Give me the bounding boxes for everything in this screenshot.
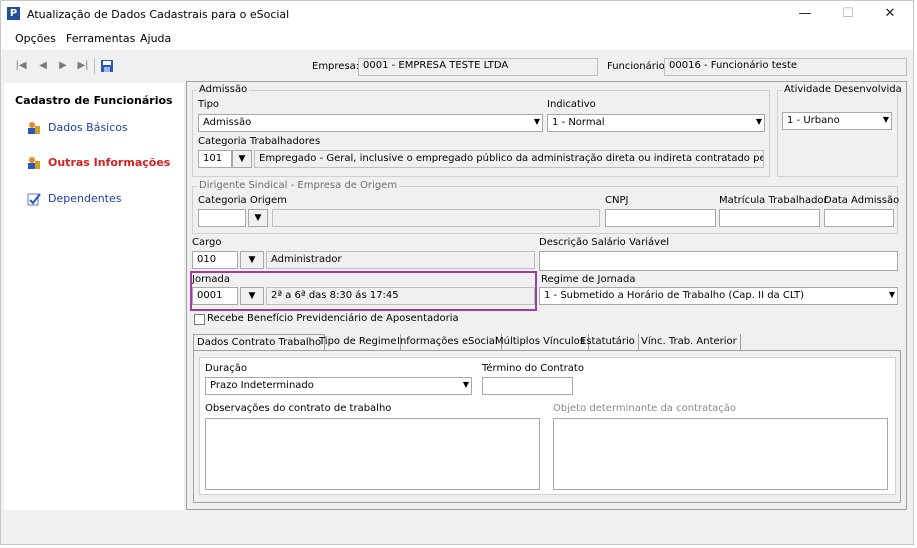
dropdown-arrow-icon: ▼ [533,117,540,126]
status-bar [4,512,911,542]
atividade-group [777,90,898,177]
prev-record-icon[interactable]: ◀ [36,59,50,73]
descricao-salario-input[interactable] [539,251,898,271]
tipo-value: Admissão [203,117,252,128]
matricula-input[interactable] [719,209,820,227]
dropdown-arrow-icon: ▼ [882,115,889,124]
dirigente-group-title: Dirigente Sindical - Empresa de Origem [197,180,400,191]
tab-informacoes-esocial[interactable]: Informações eSocial [394,334,502,351]
menu-bar [1,28,913,50]
categoria-origem-label: Categoria Origem [198,195,287,206]
cargo-label: Cargo [192,237,222,248]
cargo-dropdown-button[interactable]: ▼ [240,251,264,269]
tab-tipo-de-regime[interactable]: Tipo de Regime [316,334,401,351]
categoria-origem-desc [272,209,600,227]
cnpj-input[interactable] [605,209,716,227]
people-icon [27,156,40,169]
objeto-label: Objeto determinante da contratação [553,403,737,414]
tab-estatutario[interactable]: Estatutário [577,334,639,351]
sidebar-item-outras-informacoes[interactable]: Outras Informações [48,156,170,169]
cargo-code-input[interactable]: 010 [192,251,238,269]
termino-label: Término do Contrato [482,363,584,374]
app-icon: P [7,7,20,20]
tab-dados-contrato-trabalho[interactable]: Dados Contrato Trabalho [193,334,326,351]
sidebar-item-dados-basicos[interactable]: Dados Básicos [48,121,128,134]
dropdown-arrow-icon: ▼ [888,290,895,299]
dropdown-arrow-icon: ▼ [462,380,469,389]
menu-ferramentas[interactable]: Ferramentas [66,32,135,45]
indicativo-select[interactable]: 1 - Normal ▼ [547,114,765,132]
sidebar-title: Cadastro de Funcionários [15,94,173,107]
maximize-button[interactable]: ☐ [833,4,863,24]
first-record-icon[interactable]: |◀ [14,59,28,73]
categoria-label: Categoria Trabalhadores [198,136,321,147]
minimize-button[interactable]: — [790,4,820,24]
duracao-value: Prazo Indeterminado [210,380,314,391]
data-admissao-input[interactable] [824,209,894,227]
categoria-origem-input[interactable] [198,209,246,227]
tipo-label: Tipo [198,99,220,110]
beneficio-label: Recebe Benefício Previdenciário de Apose… [207,313,459,324]
toolbar-separator [94,58,95,74]
cargo-desc: Administrador [266,251,535,269]
menu-ajuda[interactable]: Ajuda [140,32,171,45]
checklist-icon [27,192,41,206]
menu-opcoes[interactable]: Opções [15,32,56,45]
window-title: Atualização de Dados Cadastrais para o e… [27,8,290,21]
categoria-desc: Empregado - Geral, inclusive o empregado… [254,150,764,168]
empresa-value: 0001 - EMPRESA TESTE LTDA [358,58,598,76]
people-icon [27,121,40,134]
regime-jornada-label: Regime de Jornada [541,274,636,285]
tipo-select[interactable]: Admissão ▼ [198,114,543,132]
dropdown-arrow-icon: ▼ [755,117,762,126]
atividade-group-title: Atividade Desenvolvida [782,84,904,95]
empresa-label: Empresa: [312,61,360,72]
indicativo-value: 1 - Normal [552,117,605,128]
duracao-label: Duração [205,363,248,374]
last-record-icon[interactable]: ▶| [76,59,90,73]
beneficio-checkbox[interactable] [194,314,205,325]
objeto-textarea[interactable] [553,418,888,490]
descricao-salario-label: Descrição Salário Variável [539,237,669,248]
categoria-dropdown-button[interactable]: ▼ [232,150,252,168]
save-icon[interactable] [100,59,114,73]
sidebar-item-dependentes[interactable]: Dependentes [48,192,122,205]
regime-jornada-select[interactable]: 1 - Submetido a Horário de Trabalho (Cap… [539,287,898,305]
cnpj-label: CNPJ [605,195,629,206]
regime-jornada-value: 1 - Submetido a Horário de Trabalho (Cap… [544,290,805,301]
tab-vinc-trab-anterior[interactable]: Vínc. Trab. Anterior [638,334,741,351]
atividade-select[interactable]: 1 - Urbano ▼ [782,112,892,130]
next-record-icon[interactable]: ▶ [56,59,70,73]
categoria-code-input[interactable]: 101 [198,150,232,168]
indicativo-label: Indicativo [547,99,596,110]
categoria-origem-dropdown-button[interactable]: ▼ [248,209,268,227]
termino-input[interactable] [482,377,573,395]
sidebar [4,83,184,510]
matricula-label: Matrícula Trabalhador [719,195,828,206]
jornada-highlight-box [190,271,537,311]
funcionario-value: 00016 - Funcionário teste [664,58,907,76]
data-admissao-label: Data Admissão [824,195,900,206]
observacoes-textarea[interactable] [205,418,540,490]
atividade-value: 1 - Urbano [787,115,840,126]
close-button[interactable]: ✕ [875,4,905,24]
admissao-group-title: Admissão [197,84,250,95]
observacoes-label: Observações do contrato de trabalho [205,403,392,414]
funcionario-label: Funcionário: [607,61,669,72]
duracao-select[interactable]: Prazo Indeterminado ▼ [205,377,472,395]
tab-multiplos-vinculos[interactable]: Múltiplos Vínculos [492,334,589,351]
